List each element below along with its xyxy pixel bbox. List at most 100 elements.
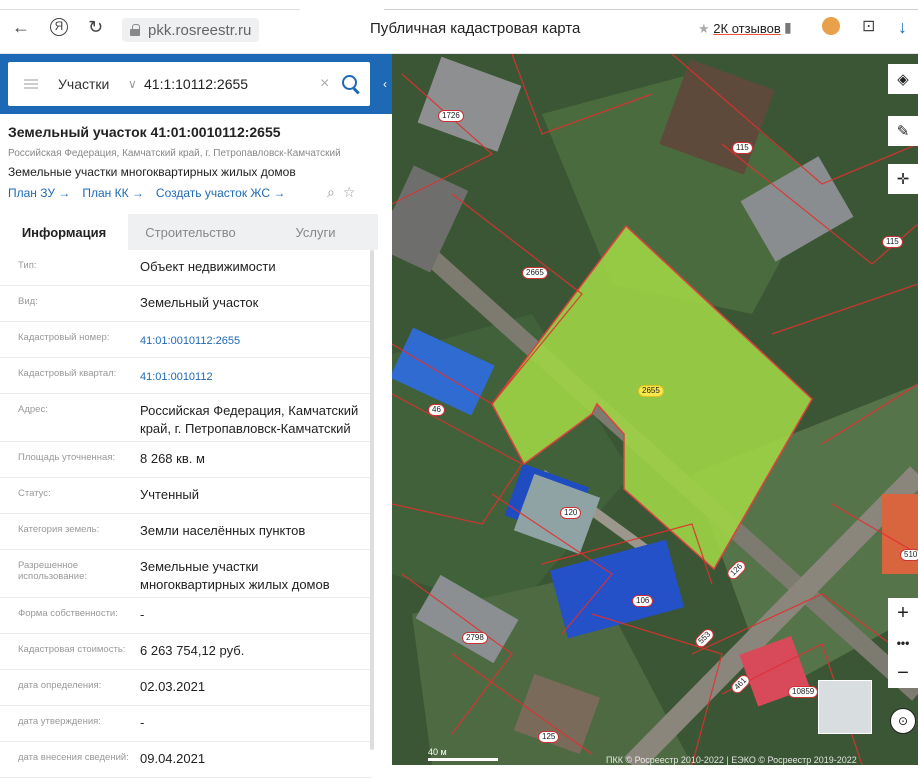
layers-icon[interactable]: ◈: [888, 64, 918, 94]
tab-bar: Информация Строительство Услуги: [0, 214, 378, 250]
info-key: Кадастровый квартал:: [18, 368, 117, 379]
info-row: Вид: Земельный участок: [0, 286, 372, 322]
clear-icon[interactable]: ×: [320, 75, 336, 93]
info-row: Адрес: Российская Федерация, Камчатский к…: [0, 394, 372, 442]
info-row: Кадастровая стоимость: 6 263 754,12 руб.: [0, 634, 372, 670]
more-button[interactable]: •••: [888, 628, 918, 658]
profile-icon[interactable]: [822, 17, 840, 35]
info-key: Статус:: [18, 488, 51, 499]
info-row: дата утверждения: -: [0, 706, 372, 742]
scale-label: 40 м: [428, 747, 447, 757]
parcel-label[interactable]: 115: [732, 142, 753, 154]
parcel-label[interactable]: 1726: [438, 110, 464, 122]
info-value: Земельные участки многоквартирных жилых …: [140, 559, 330, 592]
parcel-address: Российская Федерация, Камчатский край, г…: [8, 148, 341, 159]
info-key: Адрес:: [18, 404, 48, 415]
search-input[interactable]: 41:1:10112:2655: [144, 76, 320, 92]
info-key: Категория земель:: [18, 524, 100, 535]
info-key: Тип:: [18, 260, 37, 271]
find-icon[interactable]: ⌕: [327, 184, 335, 201]
yandex-icon[interactable]: Я: [50, 18, 68, 36]
info-key: Кадастровый номер:: [18, 332, 110, 343]
info-value: 09.04.2021: [140, 751, 206, 766]
scrollbar[interactable]: [370, 250, 374, 750]
info-row: дата внесения сведений: 09.04.2021: [0, 742, 372, 778]
parcel-label[interactable]: 115: [882, 236, 903, 248]
info-value-link[interactable]: 41:01:0010112:2655: [140, 322, 372, 357]
info-value: 6 263 754,12 руб.: [140, 643, 245, 658]
parcel-links: План ЗУ → План КК → Создать участок ЖС →: [8, 186, 285, 200]
search-type-select[interactable]: Участки: [58, 76, 124, 92]
info-value: Объект недвижимости: [140, 259, 276, 274]
info-panel: Участки ∨ 41:1:10112:2655 × Земельный уч…: [0, 54, 378, 778]
zoom-out-button[interactable]: −: [888, 658, 918, 688]
download-icon[interactable]: ↓: [898, 17, 907, 37]
parcel-label[interactable]: 125: [538, 731, 560, 743]
zoom-in-button[interactable]: +: [888, 598, 918, 628]
satellite-map: [392, 54, 918, 765]
page-title: Публичная кадастровая карта: [370, 20, 581, 37]
info-value-link[interactable]: 41:01:0010112: [140, 358, 372, 393]
extensions-icon[interactable]: ⊡: [862, 17, 875, 37]
search-icon[interactable]: [336, 69, 366, 99]
reviews-label: 2К отзывов: [713, 21, 781, 36]
info-key: дата определения:: [18, 680, 102, 691]
menu-icon[interactable]: [24, 79, 38, 89]
search-box: Участки ∨ 41:1:10112:2655 ×: [8, 62, 370, 106]
locate-icon[interactable]: ✛: [888, 164, 918, 194]
info-value: Российская Федерация, Камчатский край, г…: [140, 403, 359, 436]
parcel-label-selected[interactable]: 2655: [638, 385, 664, 397]
plan-zu-link[interactable]: План ЗУ →: [8, 186, 70, 200]
info-row: Тип: Объект недвижимости: [0, 250, 372, 286]
info-key: Площадь уточненная:: [18, 452, 116, 463]
info-row: Форма собственности: -: [0, 598, 372, 634]
tab-information[interactable]: Информация: [0, 214, 128, 250]
url-text: pkk.rosreestr.ru: [148, 21, 252, 39]
info-value: -: [140, 607, 145, 622]
info-row: Категория земель: Земли населённых пункто…: [0, 514, 372, 550]
bookmark-icon[interactable]: ▮: [784, 17, 792, 37]
ruler-icon[interactable]: ✎: [888, 116, 918, 146]
info-table: Тип: Объект недвижимости Вид: Земельный уча…: [0, 250, 372, 778]
info-key: дата утверждения:: [18, 716, 101, 727]
tab-construction[interactable]: Строительство: [128, 214, 253, 250]
parcel-label[interactable]: 2665: [522, 267, 548, 279]
parcel-label[interactable]: 120: [560, 507, 582, 519]
parcel-label[interactable]: 510: [900, 549, 918, 561]
info-row: Площадь уточненная: 8 268 кв. м: [0, 442, 372, 478]
create-parcel-link[interactable]: Создать участок ЖС →: [156, 186, 285, 200]
browser-toolbar: ← Я ↻ pkk.rosreestr.ru Публичная кадастр…: [0, 0, 918, 54]
compass-icon[interactable]: ⊙: [890, 708, 916, 734]
parcel-title: Земельный участок 41:01:0010112:2655: [8, 124, 281, 140]
reload-icon[interactable]: ↻: [88, 17, 103, 37]
reviews-link[interactable]: ★ 2К отзывов: [698, 21, 781, 37]
map-attribution: ПКК © Росреестр 2010-2022 | ЕЭКО © Росре…: [606, 755, 857, 765]
lock-icon: [130, 24, 140, 36]
chevron-down-icon[interactable]: ∨: [128, 77, 144, 91]
map-view[interactable]: 1726 115 115 2665 2655 46 120 126 106 27…: [392, 54, 918, 765]
info-row: Кадастровый номер: 41:01:0010112:2655: [0, 322, 372, 358]
info-value: Земли населённых пунктов: [140, 523, 306, 538]
parcel-label[interactable]: 46: [428, 404, 445, 416]
minimap[interactable]: [818, 680, 872, 734]
parcel-label[interactable]: 106: [632, 595, 654, 607]
tab-services[interactable]: Услуги: [253, 214, 378, 250]
info-key: Форма собственности:: [18, 608, 118, 619]
info-value: 02.03.2021: [140, 679, 206, 694]
parcel-label[interactable]: 10859: [788, 686, 819, 698]
address-bar[interactable]: pkk.rosreestr.ru: [122, 18, 260, 42]
info-value: 8 268 кв. м: [140, 451, 205, 466]
parcel-label[interactable]: 2798: [462, 632, 488, 644]
favorite-star-icon[interactable]: ☆: [343, 184, 356, 201]
parcel-usage: Земельные участки многоквартирных жилых …: [8, 165, 296, 179]
plan-kk-link[interactable]: План КК →: [82, 186, 144, 200]
info-row: Статус: Учтенный: [0, 478, 372, 514]
info-key: Вид:: [18, 296, 38, 307]
parcel-actions: ⌕ ☆: [327, 184, 355, 201]
star-icon: ★: [698, 21, 710, 36]
back-arrow-icon[interactable]: ←: [12, 17, 30, 37]
info-value: -: [140, 715, 145, 730]
divider: [384, 9, 918, 10]
info-key: дата внесения сведений:: [18, 752, 129, 763]
collapse-panel-button[interactable]: ‹: [378, 54, 392, 114]
